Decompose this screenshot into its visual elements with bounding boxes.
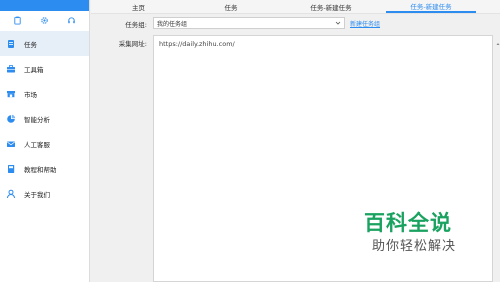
chevron-down-icon bbox=[335, 20, 341, 26]
sidebar-item-label: 人工客服 bbox=[24, 140, 50, 149]
sidebar-item-market[interactable]: 市场 bbox=[0, 81, 89, 106]
clipboard-icon[interactable] bbox=[13, 16, 22, 27]
sidebar-item-help[interactable]: 教程和帮助 bbox=[0, 156, 89, 181]
sidebar-item-label: 工具箱 bbox=[24, 65, 44, 74]
user-icon bbox=[5, 188, 17, 200]
sidebar-item-task[interactable]: 任务 bbox=[0, 31, 89, 56]
sidebar-item-analysis[interactable]: 智能分析 bbox=[0, 106, 89, 131]
tab-task[interactable]: 任务 bbox=[186, 0, 276, 13]
new-task-group-link[interactable]: 新建任务组 bbox=[350, 19, 380, 28]
headset-icon[interactable] bbox=[67, 16, 76, 27]
tab-new-task-1[interactable]: 任务-新建任务 bbox=[276, 0, 386, 13]
sidebar-item-label: 关于我们 bbox=[24, 190, 50, 199]
tab-home[interactable]: 主页 bbox=[91, 0, 186, 13]
task-group-label: 任务组: bbox=[125, 21, 147, 29]
sidebar-header-bar bbox=[0, 0, 89, 11]
store-icon bbox=[5, 88, 17, 100]
task-list-icon bbox=[5, 38, 17, 50]
book-icon bbox=[5, 163, 17, 175]
watermark-title: 百科全说 bbox=[364, 211, 452, 235]
scroll-up-icon[interactable] bbox=[496, 40, 500, 45]
sidebar-item-support[interactable]: 人工客服 bbox=[0, 131, 89, 156]
toolbox-icon bbox=[5, 63, 17, 75]
sidebar-item-about[interactable]: 关于我们 bbox=[0, 181, 89, 206]
task-group-select[interactable]: 我的任务组 bbox=[153, 17, 345, 29]
gear-icon[interactable] bbox=[40, 16, 49, 27]
mail-icon bbox=[5, 138, 17, 150]
sidebar-toolbar bbox=[0, 11, 89, 31]
sidebar-item-toolbox[interactable]: 工具箱 bbox=[0, 56, 89, 81]
sidebar-item-label: 市场 bbox=[24, 90, 37, 99]
tab-bar: 主页 任务 任务-新建任务 任务-新建任务 bbox=[91, 0, 500, 14]
pie-chart-icon bbox=[5, 113, 17, 125]
tab-new-task-2[interactable]: 任务-新建任务 bbox=[386, 0, 476, 13]
task-group-value: 我的任务组 bbox=[157, 20, 188, 28]
sidebar-item-label: 智能分析 bbox=[24, 115, 50, 124]
sidebar: 任务 工具箱 市场 智能分析 人工客服 教程和帮助 关于我们 bbox=[0, 0, 90, 282]
url-label: 采集网址: bbox=[118, 40, 147, 48]
sidebar-item-label: 教程和帮助 bbox=[24, 165, 57, 174]
watermark-subtitle: 助你轻松解决 bbox=[372, 239, 457, 254]
sidebar-item-label: 任务 bbox=[24, 40, 37, 49]
